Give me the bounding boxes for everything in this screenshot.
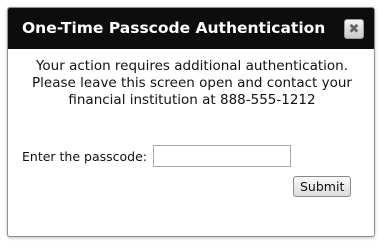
- dialog-title: One-Time Passcode Authentication: [22, 19, 326, 37]
- message-line: Please leave this screen open and contac…: [32, 75, 352, 91]
- dialog-titlebar: One-Time Passcode Authentication ✖: [8, 8, 374, 49]
- passcode-row: Enter the passcode:: [22, 145, 291, 167]
- dialog-message: Your action requires additional authenti…: [18, 58, 366, 109]
- close-icon: ✖: [348, 21, 360, 37]
- submit-button[interactable]: Submit: [293, 176, 352, 197]
- passcode-input[interactable]: [153, 145, 291, 167]
- message-line: financial institution at 888-555-1212: [68, 92, 316, 108]
- passcode-dialog: One-Time Passcode Authentication ✖ Your …: [7, 7, 375, 237]
- close-button[interactable]: ✖: [344, 19, 364, 39]
- message-line: Your action requires additional authenti…: [35, 58, 349, 74]
- passcode-label: Enter the passcode:: [22, 148, 147, 164]
